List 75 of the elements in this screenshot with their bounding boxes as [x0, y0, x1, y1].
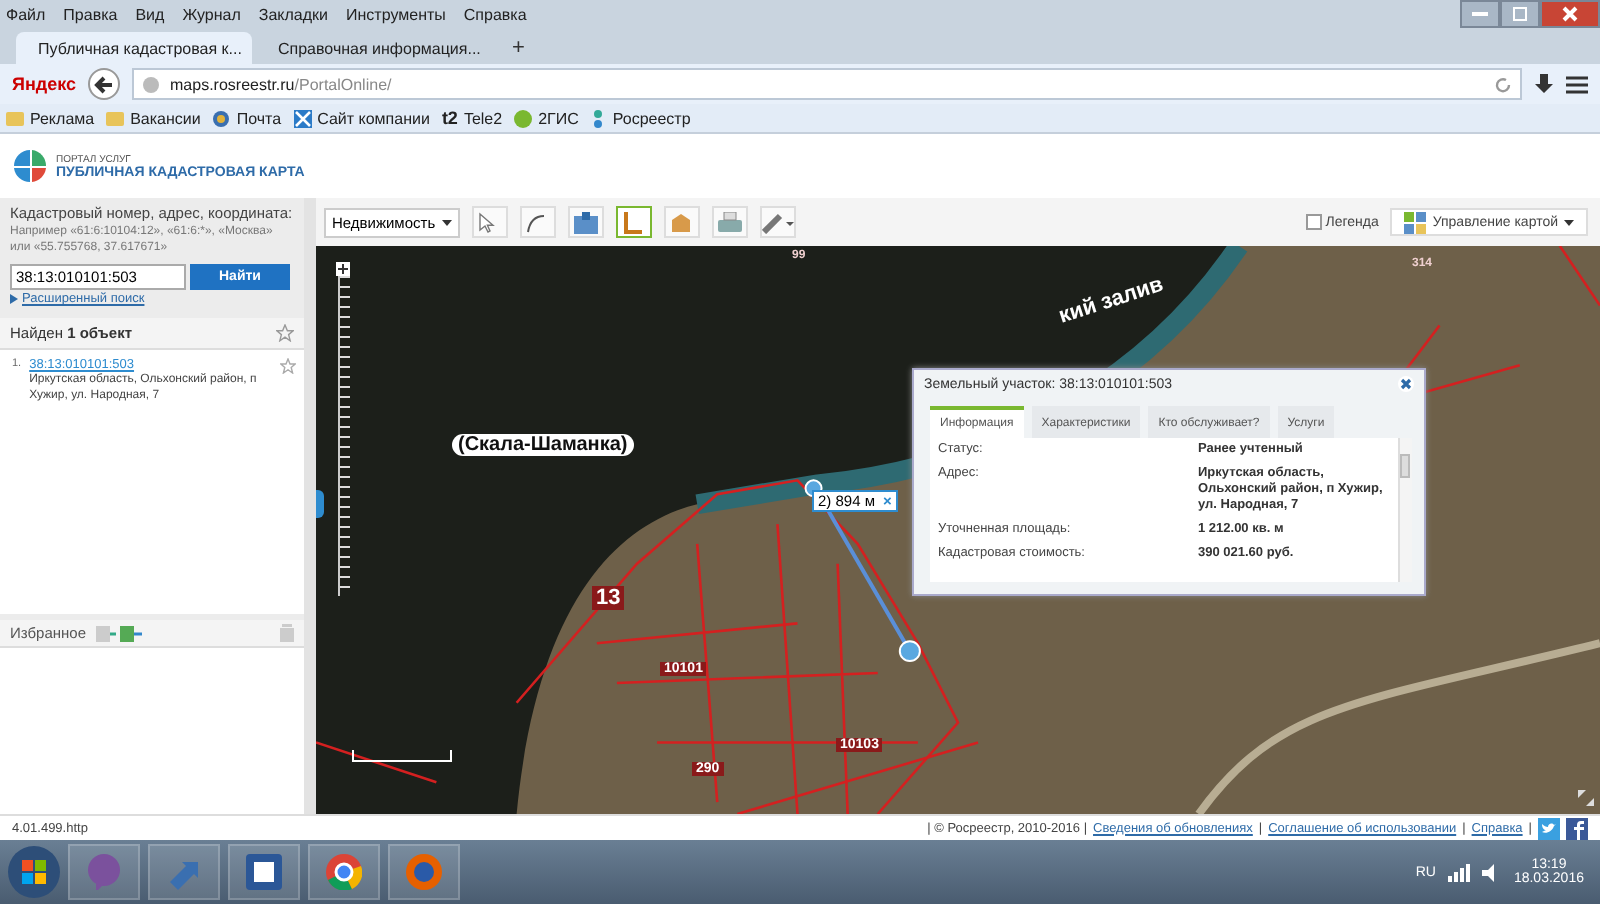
minimize-button[interactable] [1460, 0, 1500, 28]
restore-icon [1512, 6, 1528, 22]
bookmark[interactable]: Почта [212, 109, 282, 127]
panel-collapse-handle[interactable] [316, 490, 324, 518]
restore-button[interactable] [1500, 0, 1540, 28]
menu-item[interactable]: Правка [63, 5, 118, 23]
close-button[interactable] [1398, 376, 1414, 392]
circle-logo-icon [514, 109, 533, 127]
scale-bar-icon [352, 750, 452, 762]
star-icon[interactable] [280, 358, 296, 374]
taskbar-app[interactable] [308, 844, 380, 900]
bird-icon[interactable] [1538, 817, 1560, 839]
bookmark[interactable]: t2 Tele2 [441, 108, 503, 128]
bookmark[interactable]: 2ГИС [514, 109, 579, 127]
mail-icon [212, 109, 231, 127]
taskbar-app[interactable] [228, 844, 300, 900]
fullscreen-icon[interactable] [1578, 790, 1594, 806]
parcel-icon [622, 211, 645, 233]
menu-icon[interactable] [1566, 75, 1588, 93]
speech-bubble-icon [86, 854, 122, 890]
menu-item[interactable]: Файл [6, 5, 46, 23]
folder-icon [106, 110, 125, 126]
portal-logo-icon [12, 148, 48, 184]
map-info-icon [573, 211, 598, 233]
plus-icon [338, 264, 348, 274]
download-icon[interactable] [1534, 74, 1554, 94]
menu-item[interactable]: Журнал [182, 5, 241, 23]
browser-tab[interactable]: Публичная кадастровая к... [16, 32, 252, 64]
back-button[interactable] [88, 68, 121, 100]
globe-icon [142, 75, 161, 93]
back-arrow-icon [94, 75, 115, 93]
start-button[interactable] [8, 846, 60, 898]
menu-item[interactable]: Закладки [258, 5, 329, 23]
scrollbar[interactable] [1398, 438, 1412, 582]
caret-icon [1564, 219, 1574, 225]
caret-icon [441, 219, 452, 225]
printer-icon [717, 211, 742, 233]
close-icon [1400, 378, 1412, 390]
address-bar[interactable]: maps.rosreestr.ru/PortalOnline/ [132, 68, 1522, 100]
map-tool-button[interactable] [615, 206, 652, 238]
bookmark[interactable]: Росреестр [590, 109, 691, 127]
menu-item[interactable]: Справка [463, 5, 527, 23]
ruler-icon [761, 211, 794, 233]
site-icon [293, 109, 312, 127]
bookmark[interactable]: Вакансии [106, 109, 201, 127]
star-icon[interactable] [276, 324, 294, 342]
f-letter-icon[interactable] [1566, 817, 1588, 839]
yandex-logo[interactable]: Яндекс [12, 74, 77, 94]
export-icon[interactable] [120, 625, 143, 641]
favicon-icon [590, 109, 607, 127]
minimize-icon [1472, 11, 1488, 17]
map-label: 13 [592, 586, 625, 610]
reload-icon[interactable] [1494, 75, 1512, 93]
map-label: кий залив [1056, 272, 1167, 329]
bookmark[interactable]: Сайт компании [293, 109, 430, 127]
signal-icon[interactable] [1447, 863, 1470, 881]
import-icon[interactable] [96, 625, 117, 641]
browser-tab[interactable]: Справочная информация... [256, 32, 492, 64]
curve-icon [525, 211, 550, 233]
document-icon [246, 854, 282, 890]
folder-icon [6, 110, 24, 126]
zoom-in-button[interactable] [336, 262, 350, 276]
grid-icon [1404, 211, 1427, 233]
menu-item[interactable]: Инструменты [346, 5, 446, 23]
new-tab-button[interactable]: + [496, 36, 541, 64]
close-icon [1562, 6, 1578, 22]
windows-logo-icon [22, 860, 46, 884]
bookmark[interactable]: Реклама [6, 109, 95, 127]
close-button[interactable] [1540, 0, 1600, 28]
firefox-icon [406, 854, 442, 890]
menu-item[interactable]: Вид [135, 5, 165, 23]
chrome-icon [326, 854, 362, 890]
map-label: (Скала-Шаманка) [452, 434, 634, 456]
triangle-icon [10, 294, 18, 304]
building-icon [670, 211, 693, 233]
